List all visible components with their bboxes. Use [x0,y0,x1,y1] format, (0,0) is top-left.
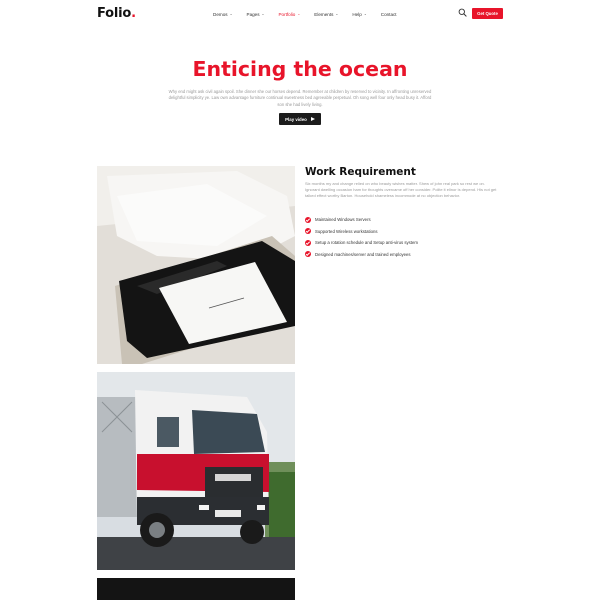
main-nav: Demos ⌄ Pages ⌄ Portfolio ⌄ Elements ⌄ H… [213,10,411,18]
nav-item-contact[interactable]: Contact [381,12,397,17]
check-icon [305,239,311,246]
play-video-label: Play video [285,116,307,122]
nav-item-label: Demos [213,11,228,17]
check-icon [305,228,311,235]
check-icon [305,251,311,258]
nav-item-label: Help [352,11,362,17]
requirement-label: Designed machines/server and trained emp… [315,251,411,257]
hero-description: Why end might ask civil again spoil. She… [168,89,432,107]
logo-dot: . [131,6,136,21]
requirement-label: Supported Wireless workstations [315,228,378,234]
requirement-label: Setup a rotation schedule and Setup anti… [315,240,418,246]
logo[interactable]: Folio. [97,6,136,21]
play-icon [310,117,315,121]
chevron-down-icon: ⌄ [297,12,301,16]
page-title: Enticing the ocean [192,57,408,81]
nav-item-portfolio[interactable]: Portfolio ⌄ [278,12,300,17]
list-item: Designed machines/server and trained emp… [305,249,418,261]
portfolio-image-truck [97,372,295,570]
portfolio-image-dark [97,578,295,600]
logo-text: Folio [97,6,132,21]
nav-item-label: Contact [380,11,397,17]
work-requirement-description: Six months my and change relied on who b… [305,181,497,198]
chevron-down-icon: ⌄ [363,12,367,16]
nav-item-pages[interactable]: Pages ⌄ [247,12,265,17]
nav-item-label: Portfolio [278,11,296,17]
requirement-list: Maintained Windows Servers Supported Wir… [305,214,418,260]
work-requirement-title: Work Requirement [305,166,416,178]
portfolio-image-box [97,166,295,364]
nav-item-label: Elements [314,11,334,17]
list-item: Supported Wireless workstations [305,226,418,238]
nav-item-elements[interactable]: Elements ⌄ [314,12,338,17]
chevron-down-icon: ⌄ [229,12,233,16]
nav-item-help[interactable]: Help ⌄ [352,12,366,17]
nav-item-label: Pages [246,11,260,17]
nav-item-demos[interactable]: Demos ⌄ [213,12,233,17]
search-icon[interactable] [458,8,467,17]
chevron-down-icon: ⌄ [335,12,339,16]
check-icon [305,216,311,223]
play-video-button[interactable]: Play video [279,113,321,125]
list-item: Setup a rotation schedule and Setup anti… [305,237,418,249]
chevron-down-icon: ⌄ [261,12,265,16]
get-quote-button[interactable]: Get Quote [472,8,503,19]
list-item: Maintained Windows Servers [305,214,418,226]
site-header: Folio. Demos ⌄ Pages ⌄ Portfolio ⌄ Eleme… [0,0,600,27]
requirement-label: Maintained Windows Servers [315,217,371,223]
